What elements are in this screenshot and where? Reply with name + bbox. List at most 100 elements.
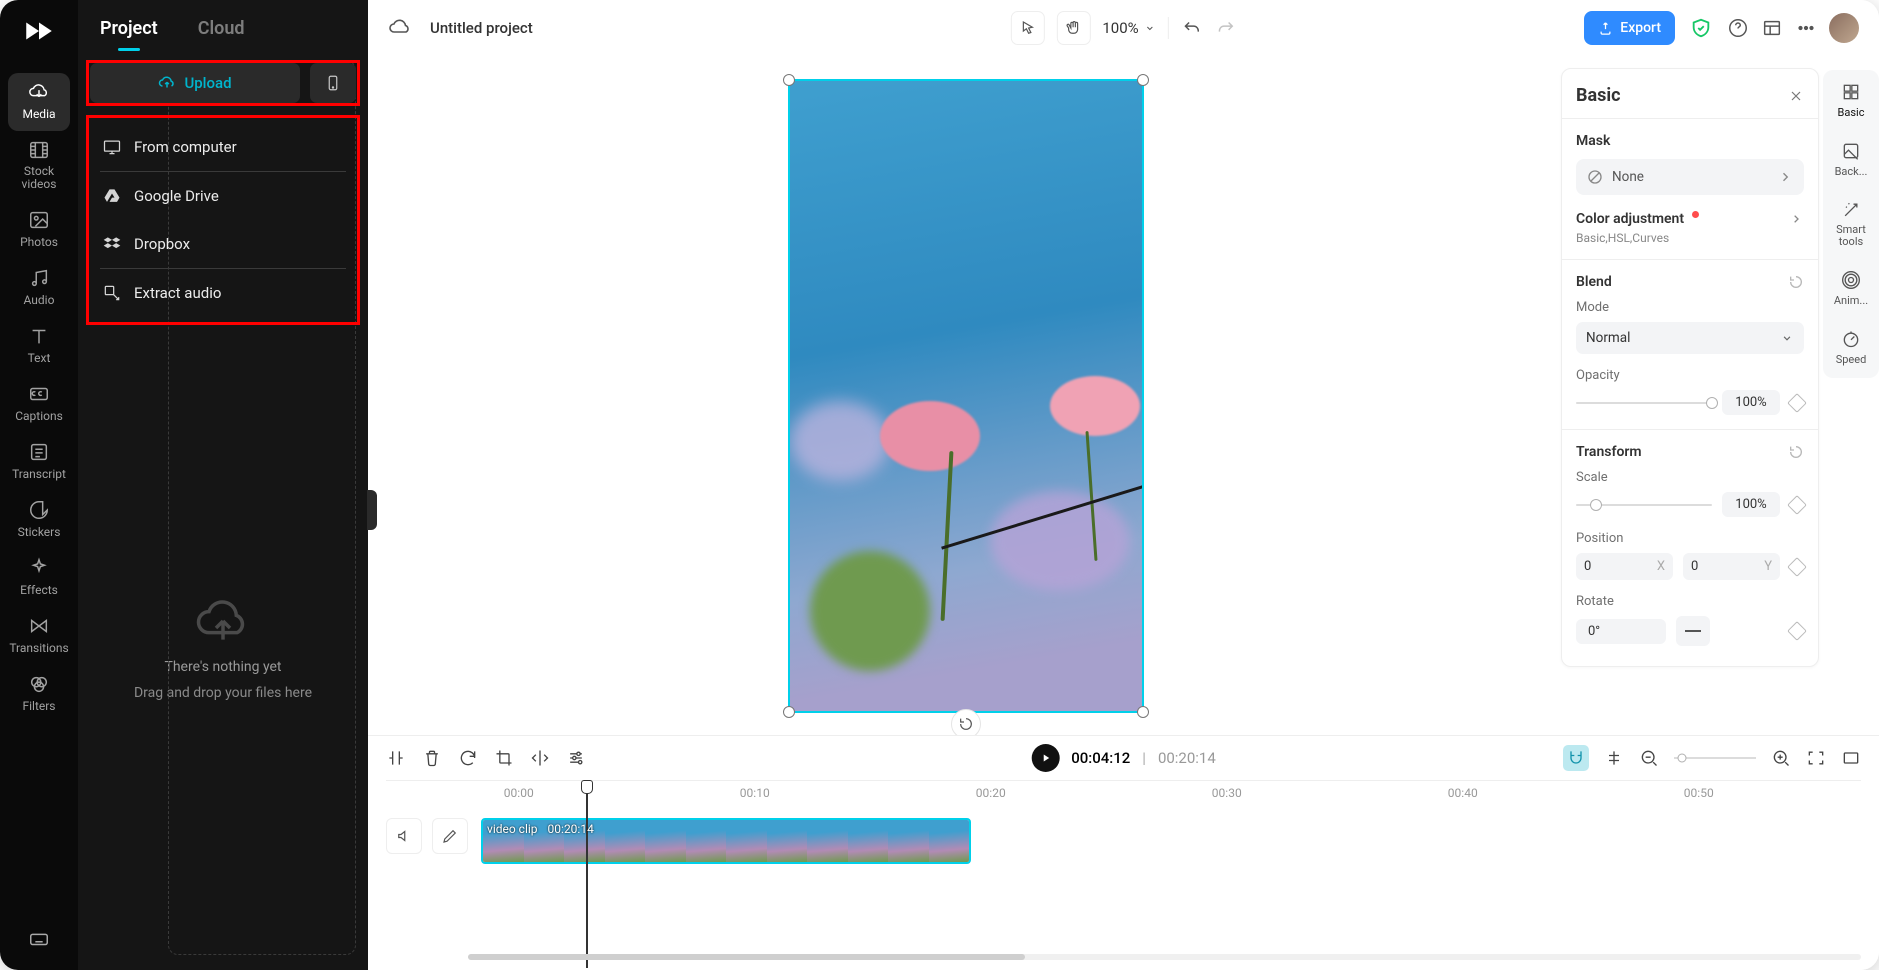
color-adjustment-sub: Basic,HSL,Curves bbox=[1576, 231, 1804, 245]
zoom-out-button[interactable] bbox=[1639, 748, 1659, 768]
redo-button[interactable] bbox=[1215, 17, 1237, 39]
rail-text[interactable]: Text bbox=[8, 317, 70, 375]
google-drive-icon bbox=[102, 186, 122, 206]
inspector-tab-background[interactable]: Back... bbox=[1827, 137, 1875, 182]
track-area[interactable]: video clip 00:20:14 bbox=[386, 818, 1861, 928]
track-mute-button[interactable] bbox=[386, 818, 422, 854]
position-label: Position bbox=[1576, 531, 1804, 546]
mask-select[interactable]: None bbox=[1576, 159, 1804, 195]
divider bbox=[1562, 259, 1818, 260]
rail-media[interactable]: Media bbox=[8, 73, 70, 131]
opacity-keyframe-button[interactable] bbox=[1787, 393, 1807, 413]
playhead[interactable] bbox=[586, 786, 588, 968]
rotate-keyframe-button[interactable] bbox=[1787, 621, 1807, 641]
upload-from-phone-button[interactable] bbox=[310, 63, 356, 103]
rail-transcript[interactable]: Transcript bbox=[8, 433, 70, 491]
play-button[interactable] bbox=[1031, 744, 1059, 772]
opacity-label: Opacity bbox=[1576, 368, 1804, 383]
menu-dropbox[interactable]: Dropbox bbox=[90, 220, 356, 268]
zoom-fit-button[interactable] bbox=[1806, 748, 1826, 768]
rail-effects[interactable]: Effects bbox=[8, 549, 70, 607]
fullscreen-button[interactable] bbox=[1841, 748, 1861, 768]
menu-google-drive[interactable]: Google Drive bbox=[90, 172, 356, 220]
rail-stickers[interactable]: Stickers bbox=[8, 491, 70, 549]
pointer-tool-button[interactable] bbox=[1010, 11, 1044, 45]
position-y-input[interactable]: 0Y bbox=[1683, 553, 1780, 580]
tab-label: Back... bbox=[1835, 165, 1868, 178]
resize-handle-tl[interactable] bbox=[783, 74, 795, 86]
keyboard-shortcuts-button[interactable] bbox=[0, 928, 78, 970]
help-button[interactable] bbox=[1727, 17, 1749, 39]
rail-captions[interactable]: Captions bbox=[8, 375, 70, 433]
scale-slider[interactable] bbox=[1576, 504, 1712, 506]
tab-cloud[interactable]: Cloud bbox=[198, 18, 245, 49]
zoom-select[interactable]: 100% bbox=[1102, 19, 1155, 37]
rail-audio[interactable]: Audio bbox=[8, 259, 70, 317]
snap-button[interactable] bbox=[1563, 745, 1589, 771]
blend-reset-button[interactable] bbox=[1788, 274, 1804, 290]
rail-transitions[interactable]: Transitions bbox=[8, 607, 70, 665]
rail-stock[interactable]: Stock videos bbox=[8, 131, 70, 201]
saved-indicator[interactable] bbox=[1687, 14, 1715, 42]
align-button[interactable] bbox=[1604, 748, 1624, 768]
rotate-button[interactable] bbox=[458, 748, 478, 768]
mirror-button[interactable] bbox=[530, 748, 550, 768]
upload-button[interactable]: Upload bbox=[90, 63, 300, 103]
delete-button[interactable] bbox=[422, 748, 442, 768]
mask-value: None bbox=[1612, 169, 1644, 185]
motion-button[interactable] bbox=[951, 709, 981, 739]
zoom-in-button[interactable] bbox=[1771, 748, 1791, 768]
menu-from-computer[interactable]: From computer bbox=[90, 123, 356, 171]
rail-photos[interactable]: Photos bbox=[8, 201, 70, 259]
resize-handle-br[interactable] bbox=[1137, 706, 1149, 718]
scale-keyframe-button[interactable] bbox=[1787, 495, 1807, 515]
inspector-tab-smart[interactable]: Smart tools bbox=[1827, 196, 1875, 252]
empty-media-area[interactable]: There's nothing yet Drag and drop your f… bbox=[90, 341, 356, 952]
menu-extract-audio[interactable]: Extract audio bbox=[90, 269, 356, 317]
project-title[interactable]: Untitled project bbox=[430, 19, 533, 37]
hand-tool-button[interactable] bbox=[1056, 11, 1090, 45]
preview-canvas[interactable] bbox=[368, 56, 1563, 735]
blend-mode-select[interactable]: Normal bbox=[1576, 322, 1804, 354]
rail-filters[interactable]: Filters bbox=[8, 665, 70, 723]
split-button[interactable] bbox=[386, 748, 406, 768]
align-icon bbox=[1604, 748, 1624, 768]
layout-button[interactable] bbox=[1761, 17, 1783, 39]
user-avatar[interactable] bbox=[1829, 13, 1859, 43]
inspector-tab-animation[interactable]: Anim... bbox=[1827, 266, 1875, 311]
inspector-tab-speed[interactable]: Speed bbox=[1827, 325, 1875, 370]
timeline-zoom-slider[interactable] bbox=[1674, 757, 1756, 759]
inspector-tab-basic[interactable]: Basic bbox=[1827, 78, 1875, 123]
resize-handle-tr[interactable] bbox=[1137, 74, 1149, 86]
opacity-slider[interactable] bbox=[1576, 402, 1712, 404]
resize-handle-bl[interactable] bbox=[783, 706, 795, 718]
export-button[interactable]: Export bbox=[1584, 11, 1675, 45]
play-icon bbox=[1039, 752, 1051, 764]
undo-button[interactable] bbox=[1181, 17, 1203, 39]
none-icon bbox=[1586, 168, 1604, 186]
close-icon[interactable] bbox=[1788, 88, 1804, 104]
position-x-input[interactable]: 0X bbox=[1576, 553, 1673, 580]
adjust-button[interactable] bbox=[566, 748, 586, 768]
track-edit-button[interactable] bbox=[432, 818, 468, 854]
more-button[interactable] bbox=[1795, 17, 1817, 39]
cloud-upload-icon bbox=[158, 74, 176, 92]
dots-icon bbox=[1795, 17, 1817, 39]
collapse-handle[interactable] bbox=[367, 490, 377, 530]
ruler-tick: 00:30 bbox=[1212, 786, 1242, 800]
home-button[interactable] bbox=[388, 16, 412, 40]
selection-frame[interactable] bbox=[788, 79, 1144, 713]
rotate-value[interactable]: 0° bbox=[1576, 619, 1666, 644]
color-adjustment-row[interactable]: Color adjustment bbox=[1576, 211, 1804, 227]
rotate-step-button[interactable] bbox=[1676, 616, 1710, 646]
opacity-value[interactable]: 100% bbox=[1722, 390, 1780, 415]
tab-project[interactable]: Project bbox=[100, 18, 158, 49]
position-keyframe-button[interactable] bbox=[1787, 557, 1807, 577]
transform-reset-button[interactable] bbox=[1788, 444, 1804, 460]
crop-button[interactable] bbox=[494, 748, 514, 768]
scale-value[interactable]: 100% bbox=[1722, 492, 1780, 517]
video-clip[interactable]: video clip 00:20:14 bbox=[481, 818, 971, 864]
menu-label: Google Drive bbox=[134, 187, 219, 205]
timeline-ruler[interactable]: 00:00 00:10 00:20 00:30 00:40 00:50 bbox=[386, 780, 1861, 808]
timeline-scrollbar[interactable] bbox=[468, 954, 1861, 960]
